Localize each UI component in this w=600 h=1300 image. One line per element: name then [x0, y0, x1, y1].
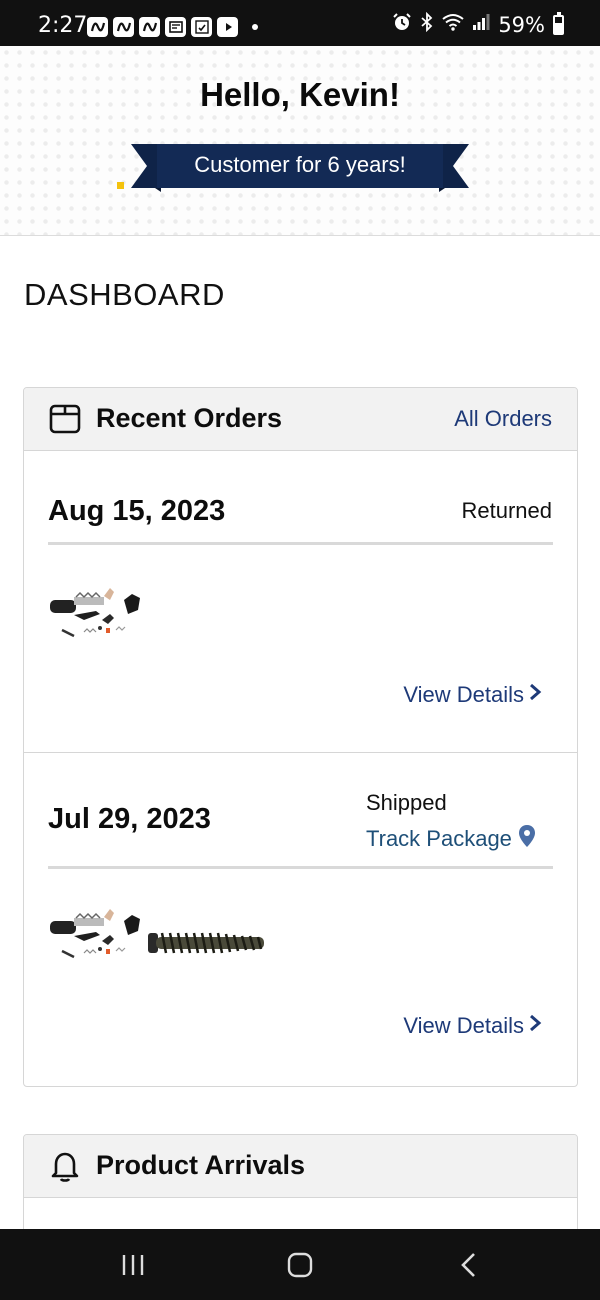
order-products [48, 905, 268, 983]
wifi-icon [442, 13, 464, 36]
status-time: 2:27 [38, 13, 88, 38]
dashboard-title: DASHBOARD [24, 277, 225, 312]
greeting-header: Hello, Kevin! Customer for 6 years! [0, 46, 600, 236]
bluetooth-icon [420, 11, 434, 37]
location-pin-icon [518, 824, 536, 854]
status-bar: 2:27 59% [0, 0, 600, 46]
status-right: 59% [392, 11, 564, 37]
view-details-label: View Details [403, 1013, 524, 1038]
track-package-link[interactable]: Track Package [366, 824, 536, 854]
recent-orders-title: Recent Orders [96, 403, 283, 433]
recent-orders-header: Recent Orders All Orders [24, 388, 577, 451]
app-n-icon [113, 17, 134, 37]
order-date: Aug 15, 2023 [48, 495, 226, 527]
calendar-icon [191, 17, 212, 37]
battery-percent: 59% [498, 12, 545, 37]
chevron-right-icon [528, 682, 542, 708]
back-icon [461, 1252, 475, 1277]
order-status: Returned [461, 498, 552, 523]
recoil-spring-image[interactable] [148, 905, 268, 983]
product-arrivals-title: Product Arrivals [96, 1150, 306, 1180]
order-divider [48, 866, 553, 869]
view-details-label: View Details [403, 682, 524, 707]
order-divider [48, 542, 553, 545]
order-status: Shipped [366, 790, 447, 815]
parts-kit-image[interactable] [48, 905, 144, 983]
app-n-icon [139, 17, 160, 37]
signal-icon [472, 13, 490, 36]
more-notifications-dot [252, 24, 258, 30]
parts-kit-image[interactable] [48, 584, 144, 662]
accent-dot [117, 182, 124, 189]
system-nav-bar [0, 1229, 600, 1300]
chevron-right-icon [528, 1013, 542, 1039]
view-details-link[interactable]: View Details [403, 682, 542, 708]
home-icon [287, 1252, 313, 1277]
bell-icon [48, 1149, 82, 1188]
recent-orders-card: Recent Orders All Orders Aug 15, 2023 Re… [23, 387, 578, 1087]
app-n-icon [87, 17, 108, 37]
home-button[interactable] [260, 1229, 340, 1300]
youtube-icon [217, 17, 238, 37]
battery-icon [553, 11, 564, 35]
view-details-link[interactable]: View Details [403, 1013, 542, 1039]
order-date: Jul 29, 2023 [48, 803, 211, 835]
greeting-title: Hello, Kevin! [200, 76, 400, 113]
recent-apps-icon [122, 1254, 144, 1275]
notification-icons [87, 17, 258, 37]
alarm-icon [392, 12, 412, 37]
news-icon [165, 17, 186, 37]
customer-banner: Customer for 6 years! [131, 144, 469, 192]
box-icon [48, 402, 82, 441]
all-orders-link[interactable]: All Orders [454, 406, 552, 432]
order-products [48, 584, 144, 662]
order-item: Jul 29, 2023 Shipped Track Package View … [24, 753, 577, 1085]
recent-apps-button[interactable] [93, 1229, 173, 1300]
product-arrivals-header: Product Arrivals [24, 1135, 577, 1198]
customer-banner-text: Customer for 6 years! [194, 152, 406, 177]
back-button[interactable] [429, 1229, 509, 1300]
track-package-label: Track Package [366, 826, 512, 851]
order-item: Aug 15, 2023 Returned View Details [24, 451, 577, 753]
